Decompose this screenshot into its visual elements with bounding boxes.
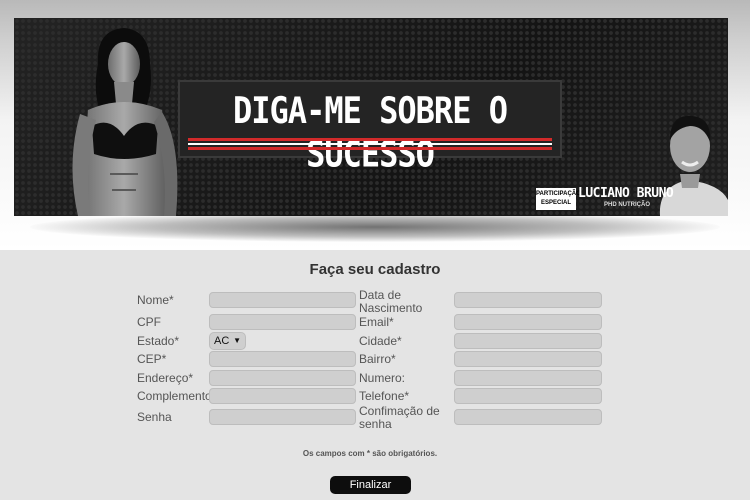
cpf-field[interactable] [209, 314, 356, 330]
email-field[interactable] [454, 314, 602, 330]
white-stripe [188, 143, 552, 145]
nome-label: Nome* [137, 293, 174, 307]
complemento-field[interactable] [209, 388, 356, 404]
endereco-label: Endereço* [137, 371, 194, 385]
email-label: Email* [359, 315, 394, 329]
woman-photo [72, 28, 178, 216]
bairro-field[interactable] [454, 351, 602, 367]
presenter-name: LUCIANO BRUNO [578, 186, 674, 201]
estado-label: Estado* [137, 334, 180, 348]
banner-title: DIGA-ME SOBRE O SUCESSO [233, 88, 508, 176]
cep-field[interactable] [209, 351, 356, 367]
complemento-label: Complemento [137, 389, 212, 403]
bairro-label: Bairro* [359, 352, 396, 366]
form-title: Faça seu cadastro [309, 261, 441, 278]
numero-field[interactable] [454, 370, 602, 386]
numero-label: Numero: [359, 371, 406, 385]
participation-tag: PARTICIPAÇÃO ESPECIAL [536, 188, 581, 210]
data-nascimento-label: Data de Nascimento [359, 288, 423, 315]
estado-selected-value: AC [214, 335, 230, 347]
cpf-label: CPF [137, 315, 161, 329]
cidade-field[interactable] [454, 333, 602, 349]
senha-field[interactable] [209, 409, 356, 425]
red-stripe [188, 138, 552, 141]
telefone-field[interactable] [454, 388, 602, 404]
nome-field[interactable] [209, 292, 356, 308]
data-nascimento-field[interactable] [454, 292, 602, 308]
endereco-field[interactable] [209, 370, 356, 386]
required-fields-note: Os campos com * são obrigatórios. [302, 449, 438, 458]
cidade-label: Cidade* [359, 334, 402, 348]
cep-label: CEP* [137, 352, 167, 366]
red-stripe [188, 147, 552, 150]
presenter-subtitle: PHD NUTRIÇÃO [604, 202, 650, 208]
dropdown-arrow-icon: ▼ [233, 336, 241, 345]
confirmacao-senha-field[interactable] [454, 409, 602, 425]
senha-label: Senha [137, 410, 172, 424]
finalizar-button[interactable]: Finalizar [330, 476, 411, 494]
estado-select[interactable]: AC ▼ [209, 332, 246, 350]
banner-shadow [30, 212, 720, 242]
event-banner: DIGA-ME SOBRE O SUCESSO PARTICIPAÇÃO ESP… [14, 18, 728, 216]
telefone-label: Telefone* [359, 389, 410, 403]
confirmacao-senha-label: Confimação de senha [359, 404, 440, 431]
banner-title-box: DIGA-ME SOBRE O SUCESSO [178, 80, 562, 176]
